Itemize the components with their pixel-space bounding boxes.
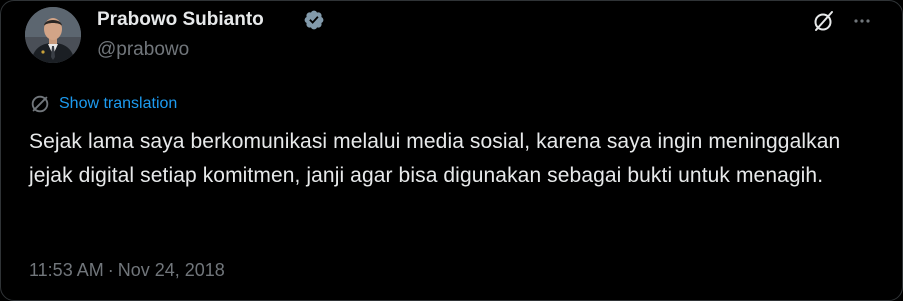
grok-button[interactable] (809, 6, 839, 36)
slashed-circle-icon (814, 11, 833, 31)
user-handle[interactable]: @prabowo (97, 39, 189, 61)
show-translation-link[interactable]: Show translation (29, 93, 177, 115)
avatar-photo (25, 7, 81, 63)
more-horizontal-icon (854, 19, 870, 23)
tweet-time: 11:53 AM (29, 260, 104, 280)
verified-badge-icon (304, 10, 324, 30)
tweet-date: Nov 24, 2018 (117, 260, 225, 280)
timestamp-separator: · (107, 260, 114, 280)
more-button[interactable] (847, 6, 877, 36)
globe-icon (31, 95, 49, 113)
tweet-card: Prabowo Subianto @prabowo Show translati… (0, 0, 903, 301)
display-name[interactable]: Prabowo Subianto (97, 9, 264, 31)
avatar[interactable] (25, 7, 81, 63)
show-translation-label: Show translation (59, 95, 178, 112)
tweet-timestamp[interactable]: 11:53 AM · Nov 24, 2018 (29, 259, 225, 281)
tweet-text: Sejak lama saya berkomunikasi melalui me… (29, 130, 841, 187)
